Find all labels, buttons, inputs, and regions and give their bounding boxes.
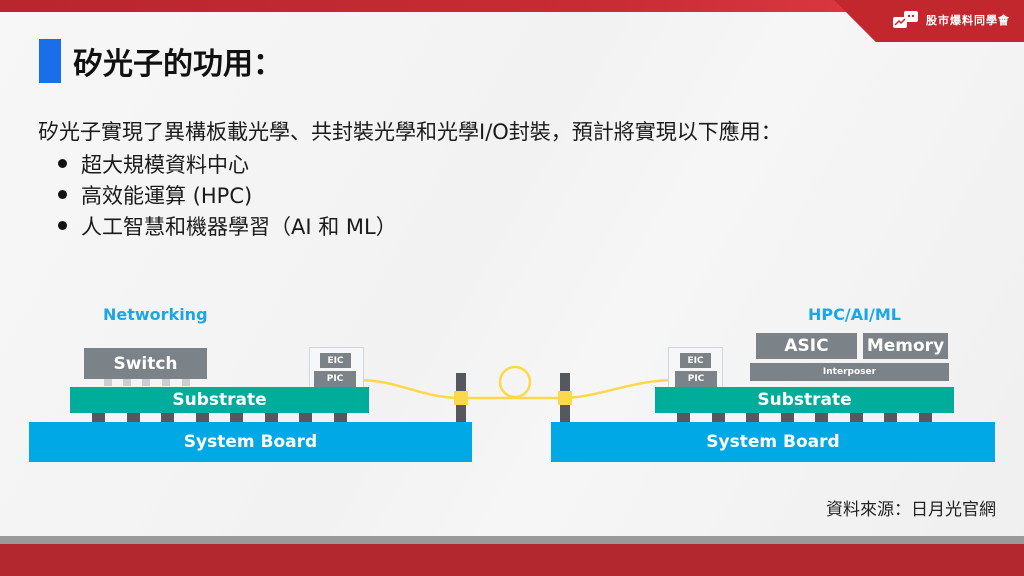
interposer: Interposer bbox=[750, 363, 949, 381]
list-item: 人工智慧和機器學習（AI 和 ML） bbox=[58, 210, 397, 241]
bullet-list: 超大規模資料中心 高效能運算 (HPC) 人工智慧和機器學習（AI 和 ML） bbox=[58, 148, 397, 241]
asic-chip: ASIC bbox=[756, 333, 857, 359]
system-board: System Board bbox=[551, 422, 995, 462]
solder-ball bbox=[230, 413, 243, 422]
solder-ball bbox=[884, 413, 897, 422]
substrate: Substrate bbox=[655, 387, 954, 413]
list-item: 高效能運算 (HPC) bbox=[58, 179, 397, 210]
bullet-icon bbox=[58, 221, 67, 230]
solder-ball bbox=[781, 413, 794, 422]
switch-chip: Switch bbox=[84, 348, 207, 379]
eic-chip: EIC bbox=[680, 353, 711, 368]
bullet-text: 高效能運算 (HPC) bbox=[81, 183, 253, 208]
bullet-icon bbox=[58, 190, 67, 199]
micro-bump bbox=[142, 379, 150, 386]
brand-name: 股市爆料同學會 bbox=[926, 14, 1010, 27]
brand-logo: 股市爆料同學會 bbox=[892, 10, 1010, 30]
list-item: 超大規模資料中心 bbox=[58, 148, 397, 179]
solder-ball bbox=[919, 413, 932, 422]
system-board: System Board bbox=[29, 422, 472, 462]
pic-chip: PIC bbox=[675, 371, 717, 387]
solder-ball bbox=[712, 413, 725, 422]
micro-bump bbox=[104, 379, 112, 386]
pic-chip: PIC bbox=[314, 371, 356, 387]
hpc-ai-ml-heading: HPC/AI/ML bbox=[808, 305, 901, 324]
eic-chip: EIC bbox=[320, 353, 351, 368]
bullet-icon bbox=[58, 159, 67, 168]
bullet-text: 人工智慧和機器學習（AI 和 ML） bbox=[81, 214, 397, 239]
page-title: 矽光子的功用： bbox=[73, 47, 283, 82]
solder-ball bbox=[299, 413, 312, 422]
solder-ball bbox=[746, 413, 759, 422]
solder-ball bbox=[92, 413, 105, 422]
slide-background bbox=[0, 0, 1024, 576]
intro-text: 矽光子實現了異構板載光學、共封裝光學和光學I/O封裝，預計將實現以下應用： bbox=[38, 120, 782, 144]
source-note: 資料來源：日月光官網 bbox=[826, 500, 996, 520]
solder-ball bbox=[127, 413, 140, 422]
footer-divider bbox=[0, 536, 1024, 544]
solder-ball bbox=[334, 413, 347, 422]
title-block: 矽光子的功用： bbox=[39, 39, 283, 83]
micro-bump bbox=[182, 379, 190, 386]
micro-bump bbox=[123, 379, 131, 386]
solder-ball bbox=[196, 413, 209, 422]
solder-ball bbox=[265, 413, 278, 422]
fiber-connector bbox=[558, 391, 572, 405]
title-marker bbox=[39, 39, 61, 83]
networking-heading: Networking bbox=[103, 305, 208, 324]
solder-ball bbox=[815, 413, 828, 422]
bullet-text: 超大規模資料中心 bbox=[81, 152, 249, 177]
micro-bump bbox=[162, 379, 170, 386]
substrate: Substrate bbox=[70, 387, 369, 413]
footer-bar bbox=[0, 544, 1024, 576]
chat-bubbles-chart-icon bbox=[893, 11, 918, 28]
memory-chip: Memory bbox=[863, 333, 948, 359]
solder-ball bbox=[677, 413, 690, 422]
solder-ball bbox=[161, 413, 174, 422]
fiber-connector bbox=[454, 391, 468, 405]
solder-ball bbox=[850, 413, 863, 422]
silicon-photonics-diagram: Networking Switch EIC PIC Substrate Syst… bbox=[0, 295, 1024, 475]
